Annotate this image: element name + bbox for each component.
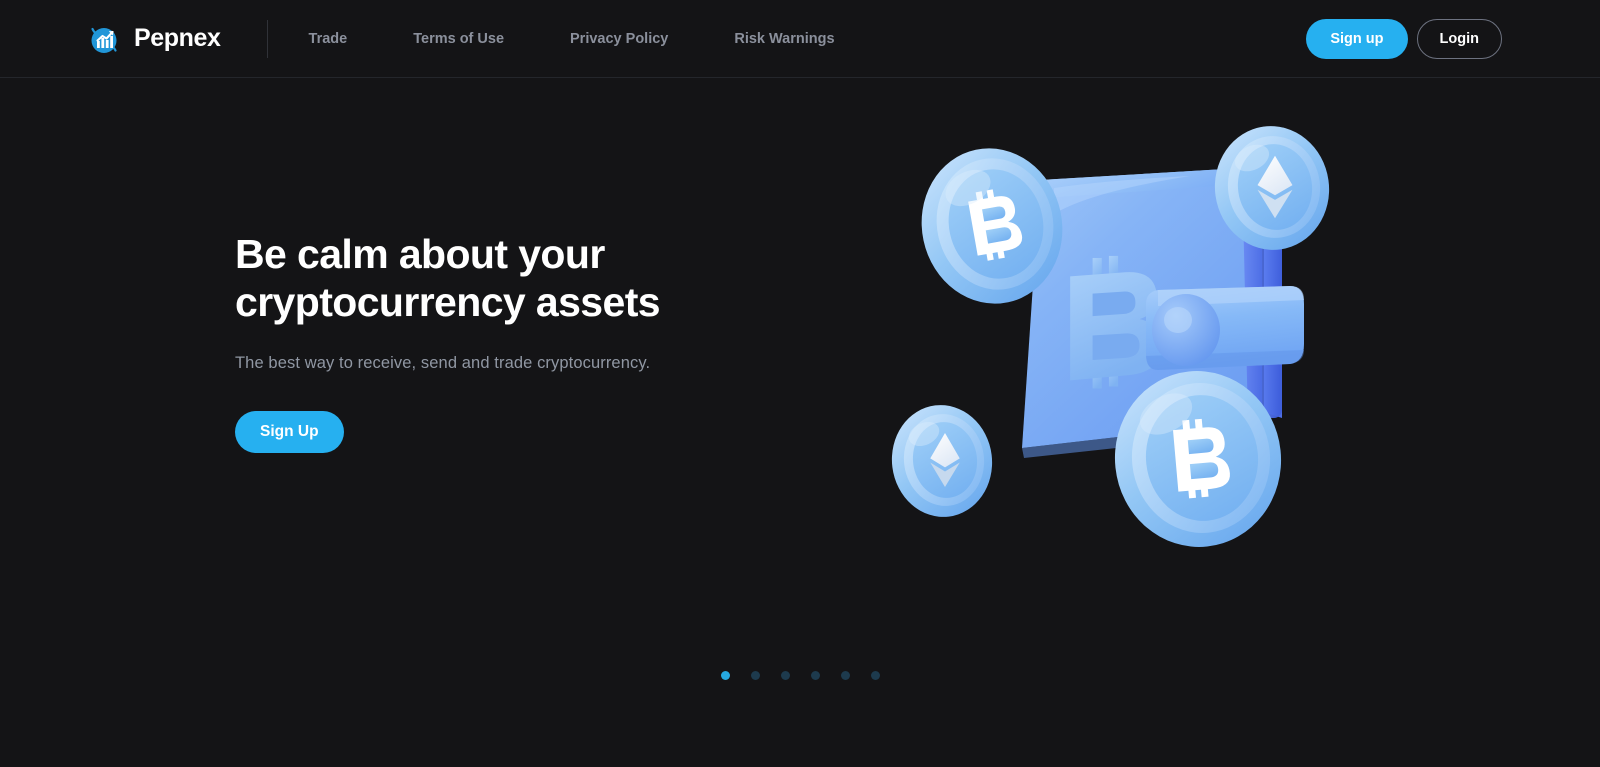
- hero-subtitle: The best way to receive, send and trade …: [235, 354, 651, 372]
- main-navigation: Trade Terms of Use Privacy Policy Risk W…: [309, 23, 835, 55]
- carousel-dot-6[interactable]: [870, 671, 880, 680]
- hero-section: Be calm about your cryptocurrency assets…: [0, 78, 1600, 767]
- hero-title-line-2: cryptocurrency assets: [235, 279, 661, 325]
- hero-title-line-1: Be calm about your: [235, 231, 605, 277]
- auth-actions: Sign up Login: [1306, 19, 1502, 59]
- nav-link-privacy-policy[interactable]: Privacy Policy: [570, 23, 668, 55]
- page-title: Be calm about your cryptocurrency assets: [235, 230, 795, 326]
- site-header: Pepnex Trade Terms of Use Privacy Policy…: [0, 0, 1600, 78]
- hero-copy: Be calm about your cryptocurrency assets…: [235, 230, 795, 453]
- wallet-strap: [1146, 286, 1304, 370]
- carousel-dot-1[interactable]: [720, 671, 730, 680]
- brand-name: Pepnex: [134, 24, 221, 52]
- coin-ethereum-bottom-left: [891, 405, 993, 517]
- signup-button-hero[interactable]: Sign Up: [235, 411, 344, 453]
- chart-arrow-up-circle-icon: [87, 22, 121, 56]
- signup-button-header[interactable]: Sign up: [1306, 19, 1408, 59]
- brand-logo-link[interactable]: Pepnex: [87, 22, 221, 56]
- carousel-dot-5[interactable]: [840, 671, 850, 680]
- nav-link-terms-of-use[interactable]: Terms of Use: [413, 23, 504, 55]
- carousel-dot-3[interactable]: [780, 671, 790, 680]
- carousel-dot-4[interactable]: [810, 671, 820, 680]
- carousel-dots: [0, 671, 1600, 680]
- crypto-wallet-illustration: [890, 118, 1330, 558]
- nav-link-trade[interactable]: Trade: [309, 23, 348, 55]
- nav-link-risk-warnings[interactable]: Risk Warnings: [734, 23, 834, 55]
- header-divider: [266, 19, 268, 58]
- login-button[interactable]: Login: [1416, 19, 1502, 59]
- carousel-dot-2[interactable]: [750, 671, 760, 680]
